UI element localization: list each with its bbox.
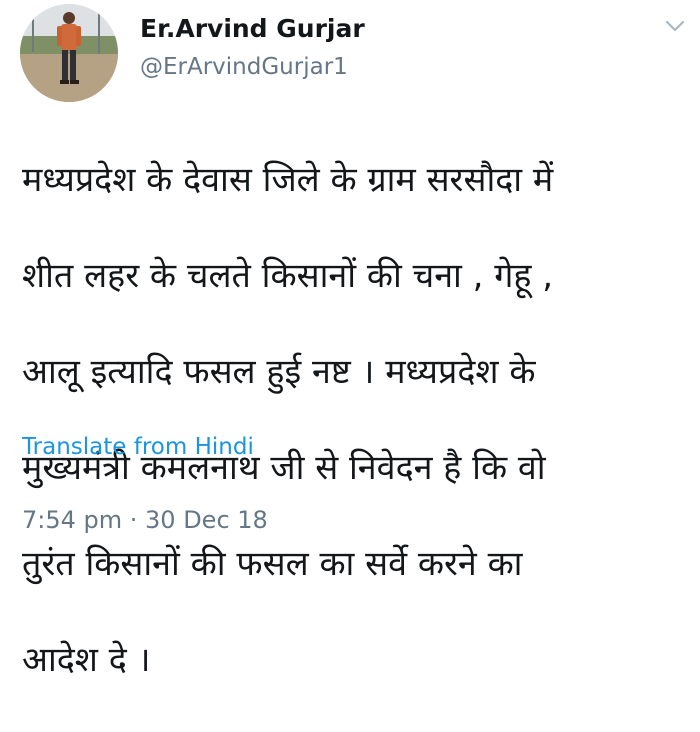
- timestamp[interactable]: 7:54 pm · 30 Dec 18: [22, 506, 268, 534]
- tweet-text-line: मध्यप्रदेश के देवास जिले के ग्राम सरसौदा…: [22, 160, 554, 200]
- translate-link[interactable]: Translate from Hindi: [22, 434, 254, 460]
- tweet-card: Er.Arvind Gurjar @ErArvindGurjar1 मध्यप्…: [0, 0, 700, 680]
- tweet-text-line: तुरंत किसानों की फसल का सर्वे करने का: [22, 544, 523, 584]
- profile-photo-icon: [20, 4, 118, 102]
- tweet-text: मध्यप्रदेश के देवास जिले के ग्राम सरसौदा…: [22, 108, 682, 732]
- tweet-text-line: आलू इत्यादि फसल हुई नष्ट । मध्यप्रदेश के: [22, 352, 536, 392]
- tweet-text-line: आदेश दे ।: [22, 640, 151, 680]
- tweet-text-line: शीत लहर के चलते किसानों की चना , गेहू ,: [22, 256, 554, 296]
- avatar[interactable]: [20, 4, 118, 102]
- username[interactable]: @ErArvindGurjar1: [140, 54, 348, 80]
- display-name[interactable]: Er.Arvind Gurjar: [140, 14, 365, 43]
- chevron-down-icon[interactable]: [664, 18, 686, 34]
